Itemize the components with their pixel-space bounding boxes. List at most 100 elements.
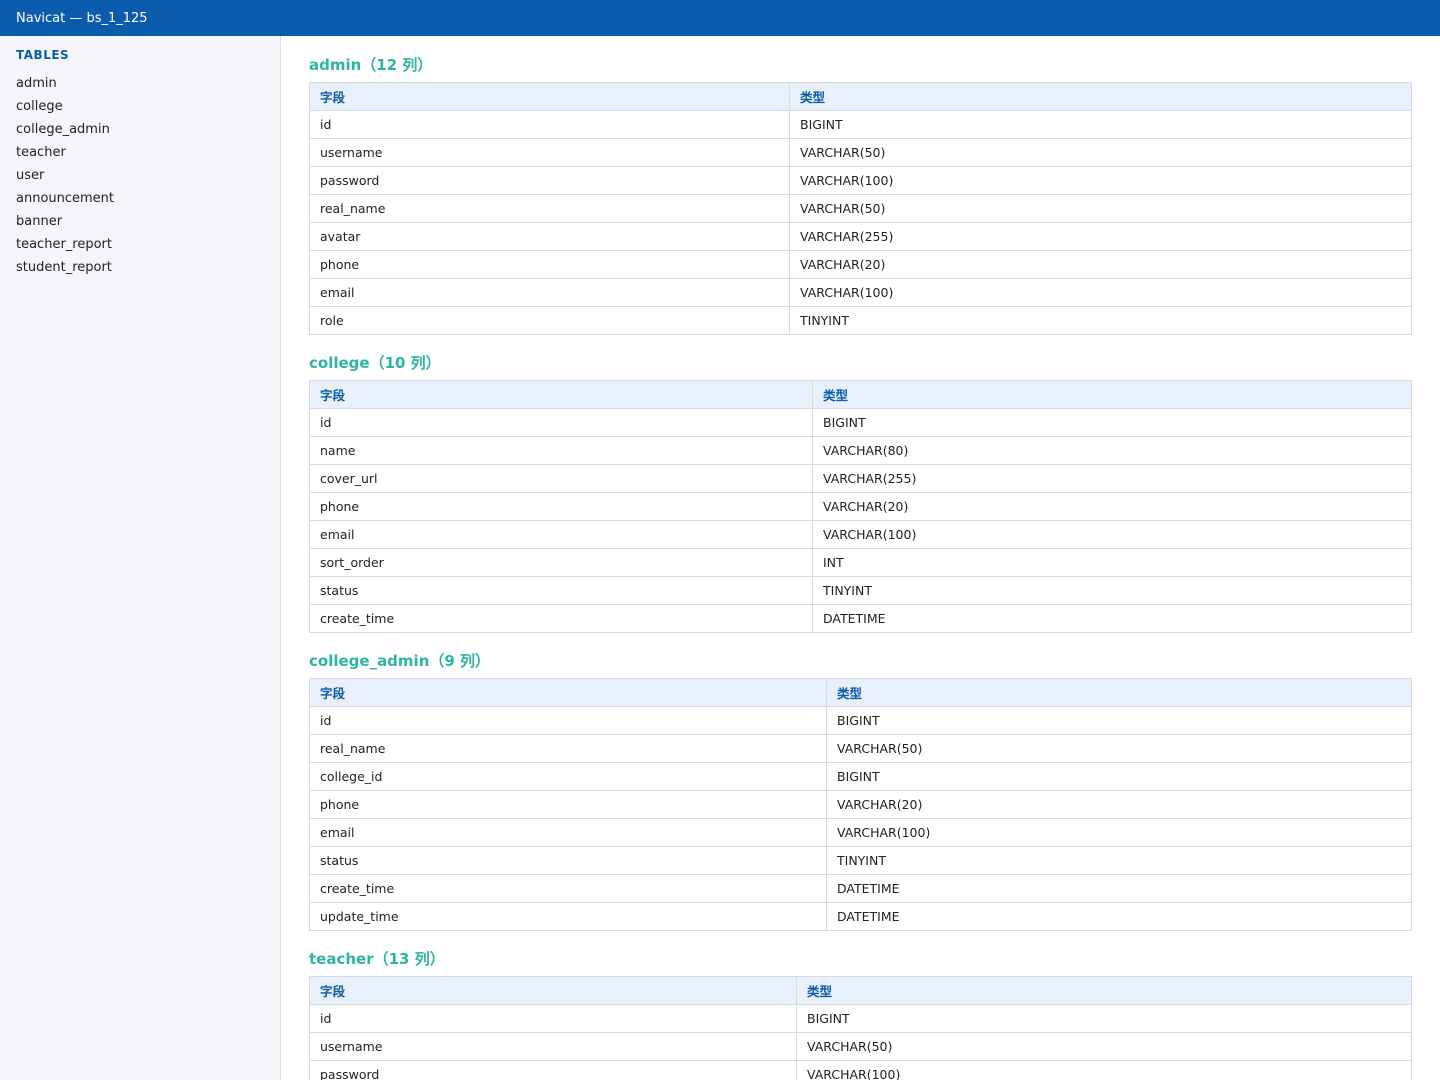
main-content: admin（12 列） 字段 类型 id BIGINT username VARCH… <box>309 36 1412 1080</box>
type-cell: VARCHAR(100) <box>789 166 1412 195</box>
table-row: status TINYINT <box>309 846 1412 875</box>
table-section-admin: admin（12 列） 字段 类型 id BIGINT username VARCH… <box>309 54 1412 335</box>
type-cell: BIGINT <box>826 762 1412 791</box>
window-title: Navicat — bs_1_125 <box>16 10 148 26</box>
table-row: status TINYINT <box>309 576 1412 605</box>
field-cell: id <box>309 110 790 139</box>
column-header-field: 字段 <box>309 678 827 707</box>
type-cell: VARCHAR(50) <box>789 138 1412 167</box>
column-header-type: 类型 <box>789 82 1412 111</box>
table-header-row: 字段 类型 <box>309 678 1412 707</box>
table-row: name VARCHAR(80) <box>309 436 1412 465</box>
field-cell: phone <box>309 790 827 819</box>
sidebar-item-student-report[interactable]: student_report <box>16 256 114 279</box>
table-row: create_time DATETIME <box>309 604 1412 633</box>
field-cell: real_name <box>309 734 827 763</box>
sidebar-item-teacher-report[interactable]: teacher_report <box>16 233 114 256</box>
type-cell: BIGINT <box>826 706 1412 735</box>
type-cell: VARCHAR(50) <box>796 1032 1412 1061</box>
field-cell: phone <box>309 250 790 279</box>
sidebar-item-college[interactable]: college <box>16 95 114 118</box>
field-cell: create_time <box>309 874 827 903</box>
table-row: create_time DATETIME <box>309 874 1412 903</box>
table-row: role TINYINT <box>309 306 1412 335</box>
type-cell: DATETIME <box>826 874 1412 903</box>
table-row: username VARCHAR(50) <box>309 138 1412 167</box>
table-row: college_id BIGINT <box>309 762 1412 791</box>
type-cell: VARCHAR(100) <box>812 520 1412 549</box>
table-row: id BIGINT <box>309 110 1412 139</box>
table-header-row: 字段 类型 <box>309 82 1412 111</box>
table-row: real_name VARCHAR(50) <box>309 194 1412 223</box>
table-row: password VARCHAR(100) <box>309 166 1412 195</box>
sidebar-item-admin[interactable]: admin <box>16 72 114 95</box>
field-cell: real_name <box>309 194 790 223</box>
schema-table: 字段 类型 id BIGINT real_name VARCHAR(50) coll… <box>309 678 1412 931</box>
table-row: email VARCHAR(100) <box>309 520 1412 549</box>
table-row: id BIGINT <box>309 1004 1412 1033</box>
section-title: admin（12 列） <box>309 56 433 74</box>
field-cell: id <box>309 706 827 735</box>
field-cell: college_id <box>309 762 827 791</box>
schema-table: 字段 类型 id BIGINT username VARCHAR(50) passw… <box>309 976 1412 1080</box>
type-cell: BIGINT <box>812 408 1412 437</box>
type-cell: VARCHAR(255) <box>789 222 1412 251</box>
sidebar-item-user[interactable]: user <box>16 164 114 187</box>
table-row: password VARCHAR(100) <box>309 1060 1412 1080</box>
sidebar-table-list: admin college college_admin teacher user… <box>16 72 114 279</box>
type-cell: VARCHAR(80) <box>812 436 1412 465</box>
type-cell: DATETIME <box>826 902 1412 931</box>
type-cell: VARCHAR(50) <box>826 734 1412 763</box>
type-cell: TINYINT <box>789 306 1412 335</box>
field-cell: create_time <box>309 604 813 633</box>
field-cell: email <box>309 278 790 307</box>
table-section-college-admin: college_admin（9 列） 字段 类型 id BIGINT real_n… <box>309 650 1412 931</box>
field-cell: sort_order <box>309 548 813 577</box>
field-cell: avatar <box>309 222 790 251</box>
field-cell: cover_url <box>309 464 813 493</box>
field-cell: email <box>309 520 813 549</box>
sidebar-item-college-admin[interactable]: college_admin <box>16 118 114 141</box>
table-row: id BIGINT <box>309 408 1412 437</box>
section-title: college（10 列） <box>309 354 441 372</box>
table-row: phone VARCHAR(20) <box>309 790 1412 819</box>
column-header-type: 类型 <box>812 380 1412 409</box>
type-cell: BIGINT <box>796 1004 1412 1033</box>
type-cell: VARCHAR(100) <box>796 1060 1412 1080</box>
sidebar-item-banner[interactable]: banner <box>16 210 114 233</box>
schema-table: 字段 类型 id BIGINT username VARCHAR(50) passw… <box>309 82 1412 335</box>
sidebar: TABLES admin college college_admin teach… <box>0 36 281 1080</box>
type-cell: VARCHAR(20) <box>812 492 1412 521</box>
field-cell: role <box>309 306 790 335</box>
table-row: real_name VARCHAR(50) <box>309 734 1412 763</box>
column-header-type: 类型 <box>826 678 1412 707</box>
sidebar-heading: TABLES <box>16 48 70 62</box>
type-cell: VARCHAR(100) <box>789 278 1412 307</box>
sidebar-item-teacher[interactable]: teacher <box>16 141 114 164</box>
column-header-field: 字段 <box>309 380 813 409</box>
table-section-college: college（10 列） 字段 类型 id BIGINT name VARCHAR… <box>309 352 1412 633</box>
type-cell: TINYINT <box>826 846 1412 875</box>
table-header-row: 字段 类型 <box>309 976 1412 1005</box>
field-cell: status <box>309 846 827 875</box>
column-header-field: 字段 <box>309 82 790 111</box>
type-cell: BIGINT <box>789 110 1412 139</box>
table-row: avatar VARCHAR(255) <box>309 222 1412 251</box>
table-row: update_time DATETIME <box>309 902 1412 931</box>
sidebar-item-announcement[interactable]: announcement <box>16 187 114 210</box>
column-header-type: 类型 <box>796 976 1412 1005</box>
field-cell: password <box>309 166 790 195</box>
table-row: phone VARCHAR(20) <box>309 250 1412 279</box>
field-cell: update_time <box>309 902 827 931</box>
type-cell: TINYINT <box>812 576 1412 605</box>
table-row: email VARCHAR(100) <box>309 818 1412 847</box>
type-cell: INT <box>812 548 1412 577</box>
table-row: id BIGINT <box>309 706 1412 735</box>
column-header-field: 字段 <box>309 976 797 1005</box>
field-cell: phone <box>309 492 813 521</box>
field-cell: email <box>309 818 827 847</box>
field-cell: status <box>309 576 813 605</box>
section-title: college_admin（9 列） <box>309 652 491 670</box>
table-section-teacher: teacher（13 列） 字段 类型 id BIGINT username VAR… <box>309 948 1412 1080</box>
field-cell: id <box>309 1004 797 1033</box>
